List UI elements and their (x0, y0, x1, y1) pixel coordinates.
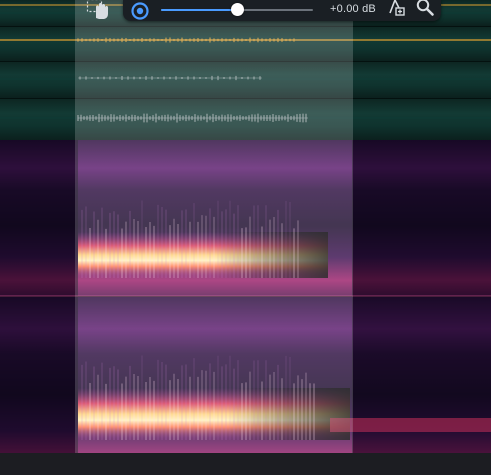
spectrogram-channel-2 (0, 297, 491, 475)
gain-readout: +0.00 dB (330, 3, 376, 15)
spectrogram-channel-1 (0, 140, 491, 296)
add-marker-icon[interactable] (387, 0, 407, 17)
waveform-peaks-track-2 (77, 37, 295, 43)
slider-fill (161, 9, 237, 11)
zoom-icon[interactable] (415, 0, 435, 17)
hand-move-icon[interactable] (86, 0, 112, 20)
gain-slider[interactable] (161, 3, 313, 17)
spectrogram-view[interactable] (0, 140, 491, 475)
slider-thumb[interactable] (231, 3, 244, 16)
waveform-drawing (0, 4, 491, 123)
waveform-tracks (0, 0, 491, 140)
floating-toolbar: +0.00 dB (123, 0, 441, 21)
status-strip (0, 453, 491, 475)
power-toggle-icon[interactable] (130, 1, 150, 21)
